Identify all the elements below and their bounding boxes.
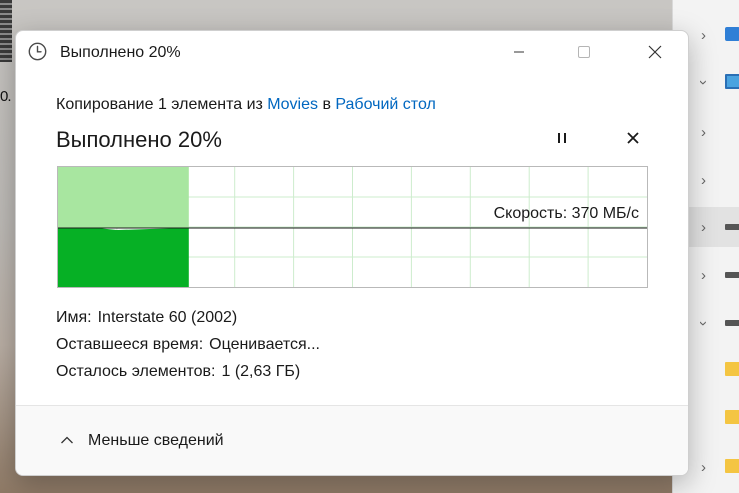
less-details-label: Меньше сведений — [88, 432, 224, 449]
cancel-copy-button[interactable] — [621, 128, 645, 152]
transfer-speed-graph: Скорость: 370 МБ/с — [57, 166, 648, 288]
chevron-up-icon — [60, 432, 74, 450]
detail-time-label: Оставшееся время: — [56, 336, 204, 353]
progress-area-upper — [58, 167, 189, 228]
detail-items-label: Осталось элементов: — [56, 363, 216, 380]
folder-icon — [725, 459, 739, 473]
destination-folder-link[interactable]: Рабочий стол — [335, 96, 435, 113]
chevron-right-icon[interactable]: › — [701, 172, 706, 189]
folder-icon — [725, 362, 739, 376]
maximize-icon — [577, 45, 591, 64]
computer-icon — [725, 74, 739, 89]
chevron-right-icon[interactable]: › — [701, 219, 706, 236]
chevron-right-icon[interactable]: › — [701, 459, 706, 476]
source-folder-link[interactable]: Movies — [267, 96, 318, 113]
copy-progress-dialog: Выполнено 20% Копирование 1 элемента из … — [15, 30, 689, 476]
drive-icon — [725, 272, 739, 278]
desktop-file-label: 0. — [0, 88, 11, 105]
progress-heading: Выполнено 20% — [56, 127, 222, 152]
speed-graph-canvas — [58, 167, 647, 287]
minimize-icon — [513, 45, 525, 63]
chevron-right-icon[interactable]: › — [701, 267, 706, 284]
pause-icon — [556, 131, 568, 150]
cancel-icon — [626, 131, 640, 150]
copy-joiner: в — [322, 96, 331, 113]
close-button[interactable] — [632, 31, 678, 77]
clock-icon — [28, 42, 47, 61]
less-details-button[interactable]: Меньше сведений — [60, 428, 224, 454]
dialog-footer: Меньше сведений — [16, 405, 688, 475]
speed-area-shape — [58, 228, 189, 287]
desktop-file-icon[interactable] — [0, 0, 12, 62]
detail-name-value: Interstate 60 (2002) — [97, 309, 238, 326]
detail-time-value: Оценивается... — [209, 336, 320, 353]
chevron-down-icon[interactable]: › — [695, 80, 712, 85]
close-icon — [648, 45, 662, 64]
chevron-down-icon[interactable]: › — [695, 321, 712, 326]
pause-button[interactable] — [551, 128, 573, 152]
window-title: Выполнено 20% — [60, 44, 181, 61]
copy-description: Копирование 1 элемента из Movies в Рабоч… — [56, 96, 436, 114]
folder-icon — [725, 27, 739, 41]
detail-items-row: Осталось элементов: 1 (2,63 ГБ) — [56, 363, 300, 381]
folder-icon — [725, 410, 739, 424]
chevron-right-icon[interactable]: › — [701, 27, 706, 44]
detail-items-value: 1 (2,63 ГБ) — [221, 363, 301, 380]
detail-name-label: Имя: — [56, 309, 92, 326]
drive-icon — [725, 224, 739, 230]
speed-label: Скорость: 370 МБ/с — [493, 205, 639, 222]
detail-name-row: Имя: Interstate 60 (2002) — [56, 309, 237, 327]
copy-prefix: Копирование 1 элемента из — [56, 96, 263, 113]
title-bar[interactable]: Выполнено 20% — [16, 31, 688, 77]
drive-icon — [725, 320, 739, 326]
chevron-right-icon[interactable]: › — [701, 124, 706, 141]
maximize-button[interactable] — [561, 31, 607, 77]
minimize-button[interactable] — [496, 31, 542, 77]
detail-time-row: Оставшееся время: Оценивается... — [56, 336, 320, 354]
